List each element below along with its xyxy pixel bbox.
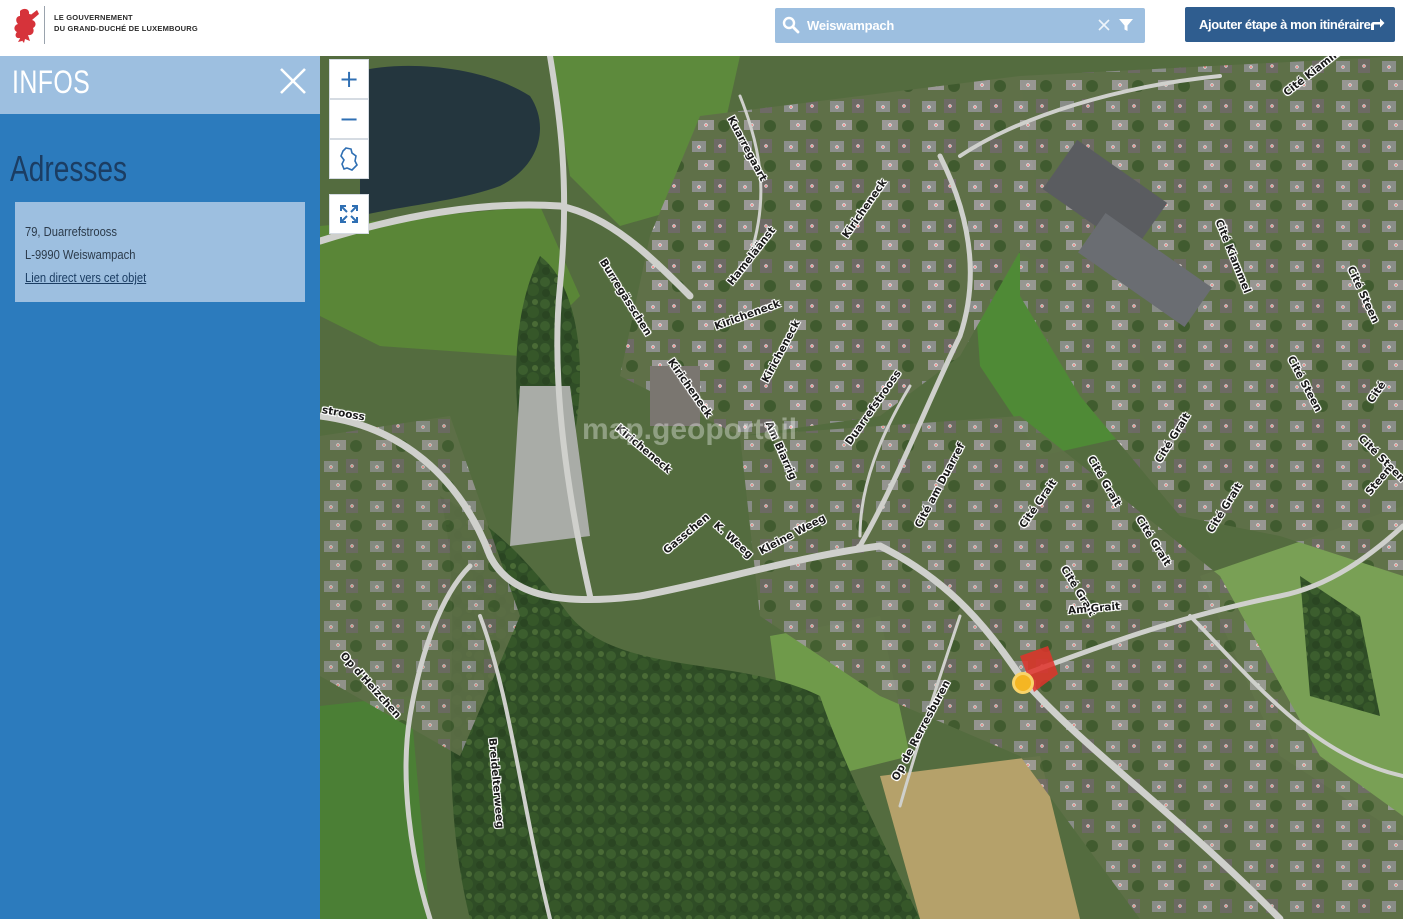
logo-divider	[44, 6, 45, 44]
address-street: 79, Duarrefstrooss	[25, 224, 117, 239]
add-itinerary-step-label: Ajouter étape à mon itinéraire	[1199, 17, 1371, 32]
search-icon	[782, 16, 800, 34]
top-header: LE GOUVERNEMENT DU GRAND-DUCHÉ DE LUXEMB…	[0, 0, 1403, 56]
clear-search-icon[interactable]	[1096, 17, 1112, 33]
section-title-addresses: Adresses	[10, 148, 128, 189]
add-itinerary-step-button[interactable]: Ajouter étape à mon itinéraire	[1185, 7, 1395, 42]
luxembourg-outline-icon	[340, 147, 358, 171]
government-line-1: LE GOUVERNEMENT	[54, 13, 133, 22]
search-box	[775, 8, 1145, 43]
route-arrow-icon	[1371, 18, 1385, 30]
fullscreen-button[interactable]	[329, 194, 369, 234]
government-line-2: DU GRAND-DUCHÉ DE LUXEMBOURG	[54, 24, 198, 33]
info-panel: INFOS Adresses 79, Duarrefstrooss L-9990…	[0, 56, 320, 919]
address-city: L-9990 Weiswampach	[25, 247, 136, 262]
luxembourg-lion-logo-icon[interactable]	[10, 5, 44, 45]
search-input[interactable]	[807, 13, 1087, 38]
fullscreen-icon	[340, 205, 358, 223]
direct-link[interactable]: Lien direct vers cet objet	[25, 266, 257, 289]
zoom-in-button[interactable]: +	[329, 59, 369, 99]
filter-icon[interactable]	[1118, 17, 1134, 33]
close-icon[interactable]	[278, 66, 308, 96]
zoom-to-country-button[interactable]	[329, 139, 369, 179]
government-title: LE GOUVERNEMENT DU GRAND-DUCHÉ DE LUXEMB…	[54, 12, 198, 34]
map-watermark: map.geoportail	[582, 413, 798, 446]
zoom-out-button[interactable]: −	[329, 99, 369, 139]
address-card: 79, Duarrefstrooss L-9990 Weiswampach Li…	[15, 202, 305, 302]
info-panel-title: INFOS	[12, 64, 91, 100]
selected-address-marker[interactable]	[1012, 672, 1034, 694]
map-view[interactable]: + − Kuarregaart Cité Kiammel Burregässch…	[320, 56, 1403, 919]
info-panel-header: INFOS	[0, 56, 320, 114]
